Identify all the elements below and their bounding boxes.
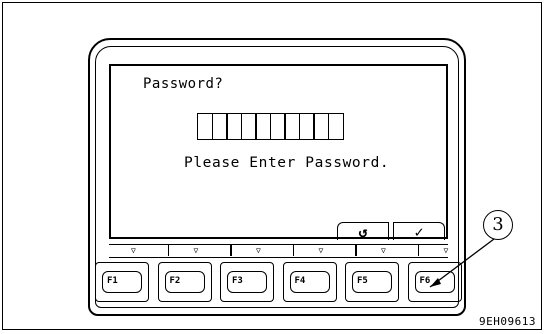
function-key-label: F6 — [414, 271, 455, 293]
key-indicator-arrow: ▽ — [318, 246, 324, 255]
function-key-f1[interactable]: F1 — [95, 262, 149, 302]
function-key-label: F1 — [102, 271, 142, 293]
function-key-f6[interactable]: F6 — [407, 262, 462, 302]
strip-separator — [230, 245, 232, 256]
password-digit-slot — [327, 113, 344, 140]
password-prompt: Password? — [143, 76, 224, 92]
back-button[interactable]: ↺ — [337, 222, 389, 241]
return-icon: ↺ — [358, 222, 368, 241]
strip-separator — [167, 245, 169, 256]
strip-separator — [292, 245, 294, 256]
key-indicator-arrow: ▽ — [193, 246, 199, 255]
strip-separator — [417, 245, 419, 256]
function-key-f5[interactable]: F5 — [345, 262, 399, 302]
check-icon: ✓ — [414, 222, 424, 241]
strip-separator — [355, 245, 357, 256]
key-indicator-arrow: ▽ — [256, 246, 261, 255]
figure-id: 9EH09613 — [479, 315, 536, 328]
function-key-f2[interactable]: F2 — [157, 262, 212, 302]
function-key-label: F2 — [164, 271, 205, 293]
confirm-button[interactable]: ✓ — [393, 222, 445, 241]
function-key-label: F5 — [352, 271, 392, 293]
key-indicator-arrow: ▽ — [131, 246, 136, 255]
function-key-label: F4 — [289, 271, 330, 293]
function-key-f4[interactable]: F4 — [282, 262, 337, 302]
instruction-message: Please Enter Password. — [184, 155, 390, 171]
function-key-indicator-strip: ▽ ▽ ▽ ▽ ▽ ▽ — [109, 244, 448, 258]
key-indicator-arrow: ▽ — [443, 246, 449, 255]
function-key-f3[interactable]: F3 — [220, 262, 274, 302]
function-key-label: F3 — [227, 271, 267, 293]
callout-marker: 3 — [483, 210, 513, 240]
function-key-row: F1 F2 F3 F4 F5 F6 — [92, 262, 462, 306]
password-input[interactable] — [197, 113, 344, 140]
key-indicator-arrow: ▽ — [381, 246, 386, 255]
